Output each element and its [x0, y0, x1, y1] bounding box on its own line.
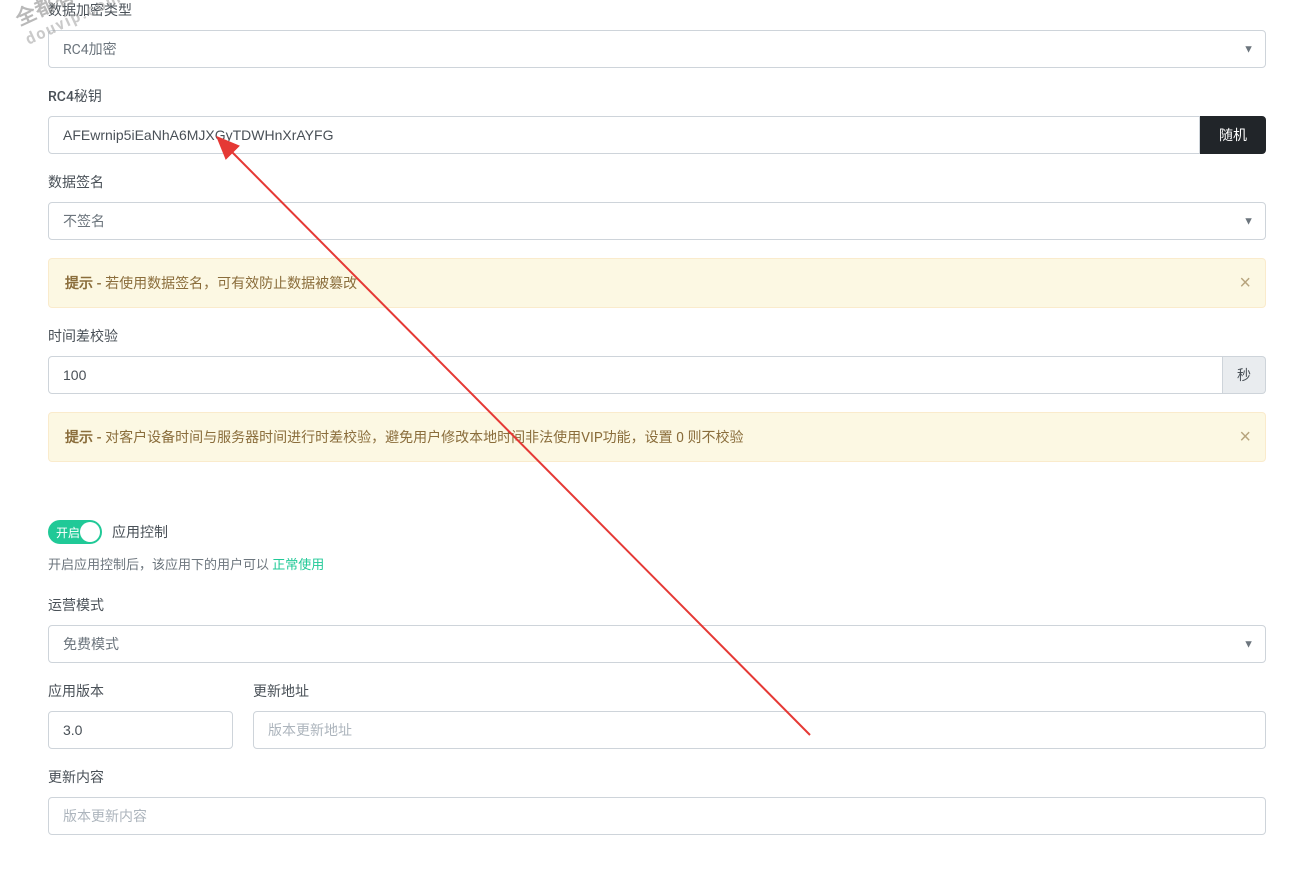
- toggle-knob: [80, 522, 100, 542]
- app-version-label: 应用版本: [48, 681, 233, 701]
- signature-label: 数据签名: [48, 172, 1266, 192]
- app-version-input[interactable]: [48, 711, 233, 749]
- time-check-label: 时间差校验: [48, 326, 1266, 346]
- alert-text: 若使用数据签名，可有效防止数据被篡改: [105, 276, 357, 292]
- rc4-key-input[interactable]: [48, 116, 1200, 154]
- alert-prefix: 提示 -: [65, 276, 105, 292]
- random-button[interactable]: 随机: [1200, 116, 1266, 154]
- app-control-desc: 开启应用控制后，该应用下的用户可以 正常使用: [48, 554, 1266, 573]
- signature-alert: 提示 - 若使用数据签名，可有效防止数据被篡改 ×: [48, 258, 1266, 308]
- encryption-type-select[interactable]: RC4加密: [48, 30, 1266, 68]
- time-check-alert: 提示 - 对客户设备时间与服务器时间进行时差校验，避免用户修改本地时间非法使用V…: [48, 412, 1266, 462]
- signature-select[interactable]: 不签名: [48, 202, 1266, 240]
- encryption-type-label: 数据加密类型: [48, 0, 1266, 20]
- update-url-label: 更新地址: [253, 681, 1266, 701]
- time-check-input[interactable]: [48, 356, 1223, 394]
- app-control-title: 应用控制: [112, 522, 168, 542]
- rc4-key-label: RC4秘钥: [48, 86, 1266, 106]
- app-control-toggle[interactable]: 开启: [48, 520, 102, 544]
- close-icon[interactable]: ×: [1239, 273, 1251, 293]
- update-content-label: 更新内容: [48, 767, 1266, 787]
- alert-text: 对客户设备时间与服务器时间进行时差校验，避免用户修改本地时间非法使用VIP功能，…: [105, 430, 743, 446]
- alert-prefix: 提示 -: [65, 430, 105, 446]
- operation-mode-select[interactable]: 免费模式: [48, 625, 1266, 663]
- normal-use-link[interactable]: 正常使用: [272, 558, 324, 573]
- update-url-input[interactable]: [253, 711, 1266, 749]
- operation-mode-label: 运营模式: [48, 595, 1266, 615]
- time-check-unit: 秒: [1223, 356, 1266, 394]
- toggle-on-label: 开启: [48, 524, 80, 541]
- close-icon[interactable]: ×: [1239, 427, 1251, 447]
- update-content-input[interactable]: [48, 797, 1266, 835]
